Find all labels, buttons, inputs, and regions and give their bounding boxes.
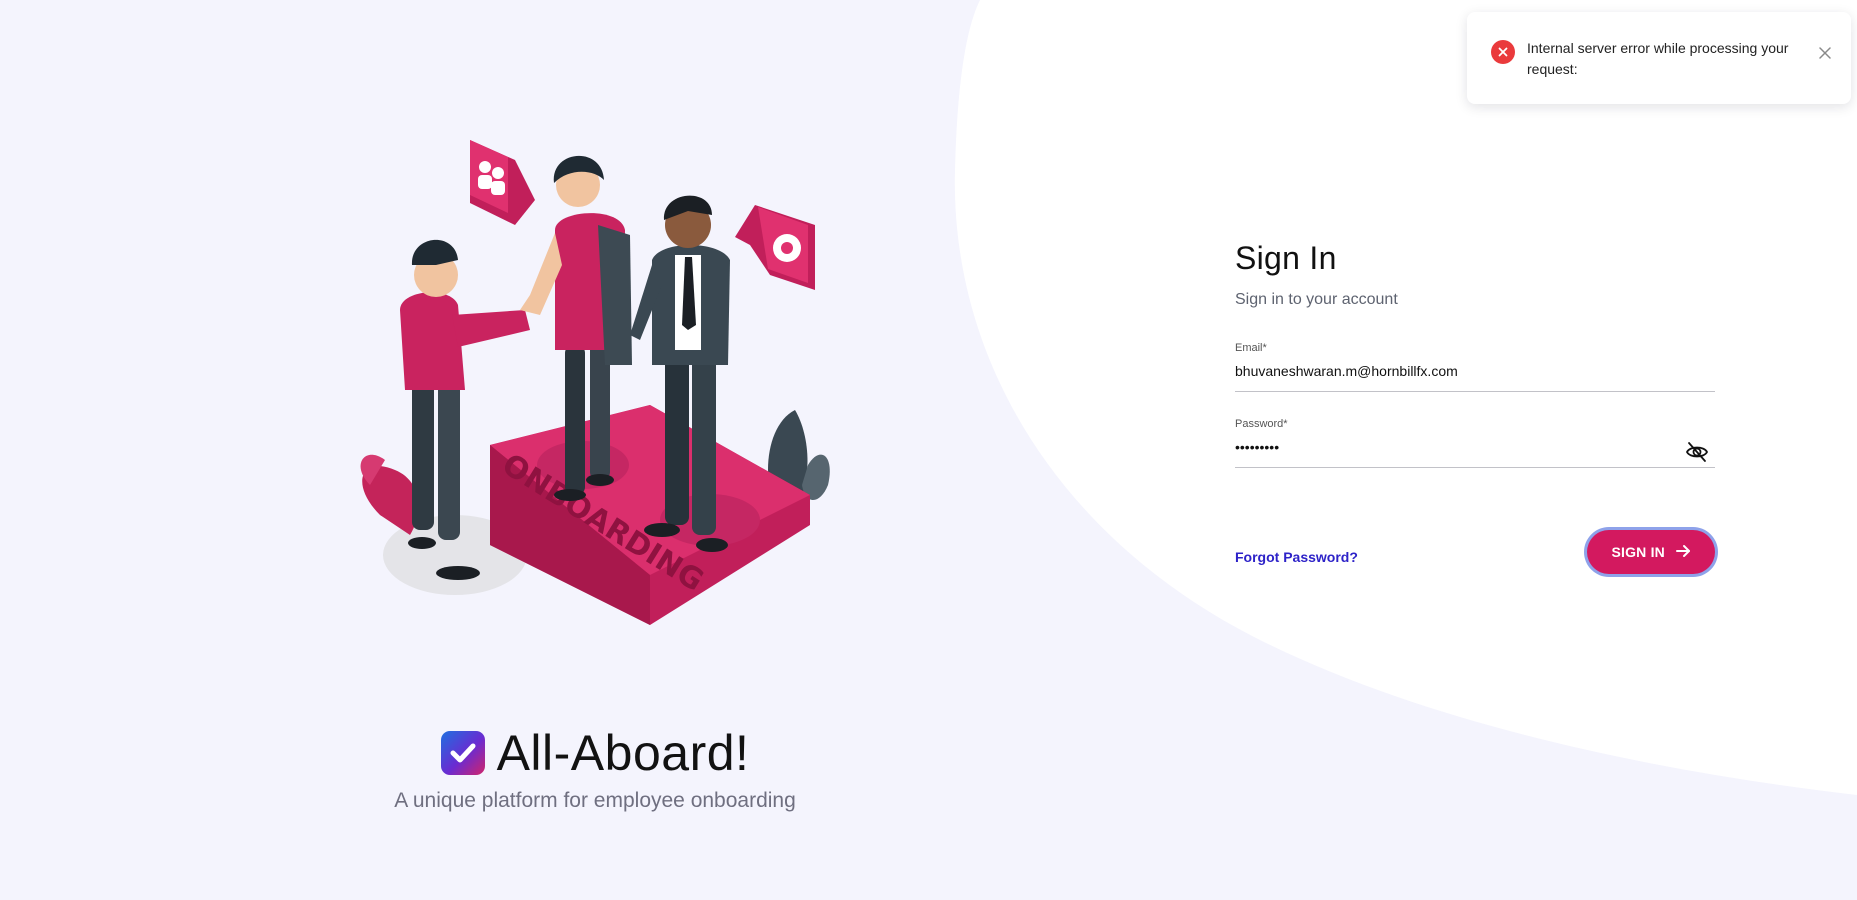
error-icon <box>1491 40 1515 64</box>
email-label: Email* <box>1235 342 1267 354</box>
forgot-password-link[interactable]: Forgot Password? <box>1235 549 1358 565</box>
sign-in-button-label: SIGN IN <box>1611 544 1665 560</box>
password-field[interactable] <box>1235 439 1675 455</box>
onboarding-illustration: ONBOARDING <box>360 140 830 625</box>
form-actions: Forgot Password? SIGN IN <box>1235 530 1715 574</box>
brand-tagline: A unique platform for employee onboardin… <box>394 789 796 812</box>
email-field[interactable] <box>1235 363 1675 379</box>
toast-message: Internal server error while processing y… <box>1527 40 1789 77</box>
sign-in-button[interactable]: SIGN IN <box>1587 530 1715 574</box>
password-label: Password* <box>1235 418 1288 430</box>
page-title: Sign In <box>1235 240 1337 276</box>
arrow-right-icon <box>1675 543 1691 562</box>
brand-name: All-Aboard! <box>496 725 750 781</box>
page-subtitle: Sign in to your account <box>1235 291 1398 308</box>
close-icon[interactable] <box>1819 46 1831 64</box>
eye-off-icon[interactable] <box>1685 440 1709 464</box>
signin-form: Sign In Sign in to your account Email* P… <box>1235 240 1715 574</box>
brand-block: All-Aboard! A unique platform for employ… <box>380 725 810 813</box>
email-field-group: Email* <box>1235 342 1715 392</box>
checkbox-logo-icon <box>440 731 485 775</box>
error-toast: Internal server error while processing y… <box>1467 12 1851 104</box>
password-field-group: Password* <box>1235 418 1715 468</box>
